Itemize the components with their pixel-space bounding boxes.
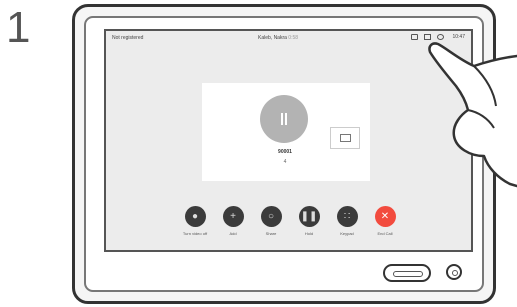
caller-avatar [260, 95, 308, 143]
device-screen: Not registered Kaleb, Nakra 0:58 10:47 9… [104, 29, 473, 252]
step-number: 1 [6, 3, 31, 52]
share-icon: ○ [267, 211, 275, 222]
camera-icon[interactable] [411, 34, 419, 40]
hold-button[interactable]: ❚❚ Hold [294, 206, 324, 236]
call-card: 90001 4 [202, 83, 370, 181]
control-label: Turn video off [182, 231, 208, 236]
keypad-icon: ∷ [343, 211, 351, 222]
control-label: Add [229, 231, 237, 236]
keypad-button[interactable]: ∷ Keypad [332, 206, 362, 236]
pause-icon [280, 113, 288, 125]
registration-status: Not registered [112, 35, 144, 41]
caller-name: 90001 [278, 149, 292, 155]
control-label: Hold [304, 231, 314, 236]
status-icons: 10:47 [411, 34, 465, 40]
end-call-button[interactable]: ✕ End Call [370, 206, 400, 236]
call-time: 0:58 [288, 35, 299, 41]
control-label: End Call [377, 231, 393, 236]
status-bar: Not registered Kaleb, Nakra 0:58 10:47 [106, 31, 471, 47]
share-button[interactable]: ○ Share [256, 206, 286, 236]
power-button[interactable] [446, 264, 462, 280]
home-button[interactable] [383, 264, 431, 282]
control-label: Share [265, 231, 277, 236]
plus-icon: + [230, 211, 236, 222]
pause-icon: ❚❚ [300, 211, 318, 222]
selfview-thumbnail[interactable] [330, 127, 360, 149]
video-off-button[interactable]: ● Turn video off [180, 206, 210, 236]
selfview-icon [340, 134, 351, 142]
end-call-icon: ✕ [380, 211, 390, 222]
caller-sub: 4 [283, 159, 287, 165]
video-off-icon: ● [191, 211, 199, 222]
clock: 10:47 [452, 34, 465, 40]
call-name: Kaleb, Nakra [258, 35, 287, 41]
phone-icon[interactable] [437, 34, 445, 40]
add-button[interactable]: + Add [218, 206, 248, 236]
control-label: Keypad [340, 231, 354, 236]
layout-icon[interactable] [424, 34, 432, 40]
call-info: Kaleb, Nakra 0:58 [258, 35, 298, 41]
call-controls: ● Turn video off + Add ○ Share ❚❚ Hold ∷… [106, 206, 471, 246]
